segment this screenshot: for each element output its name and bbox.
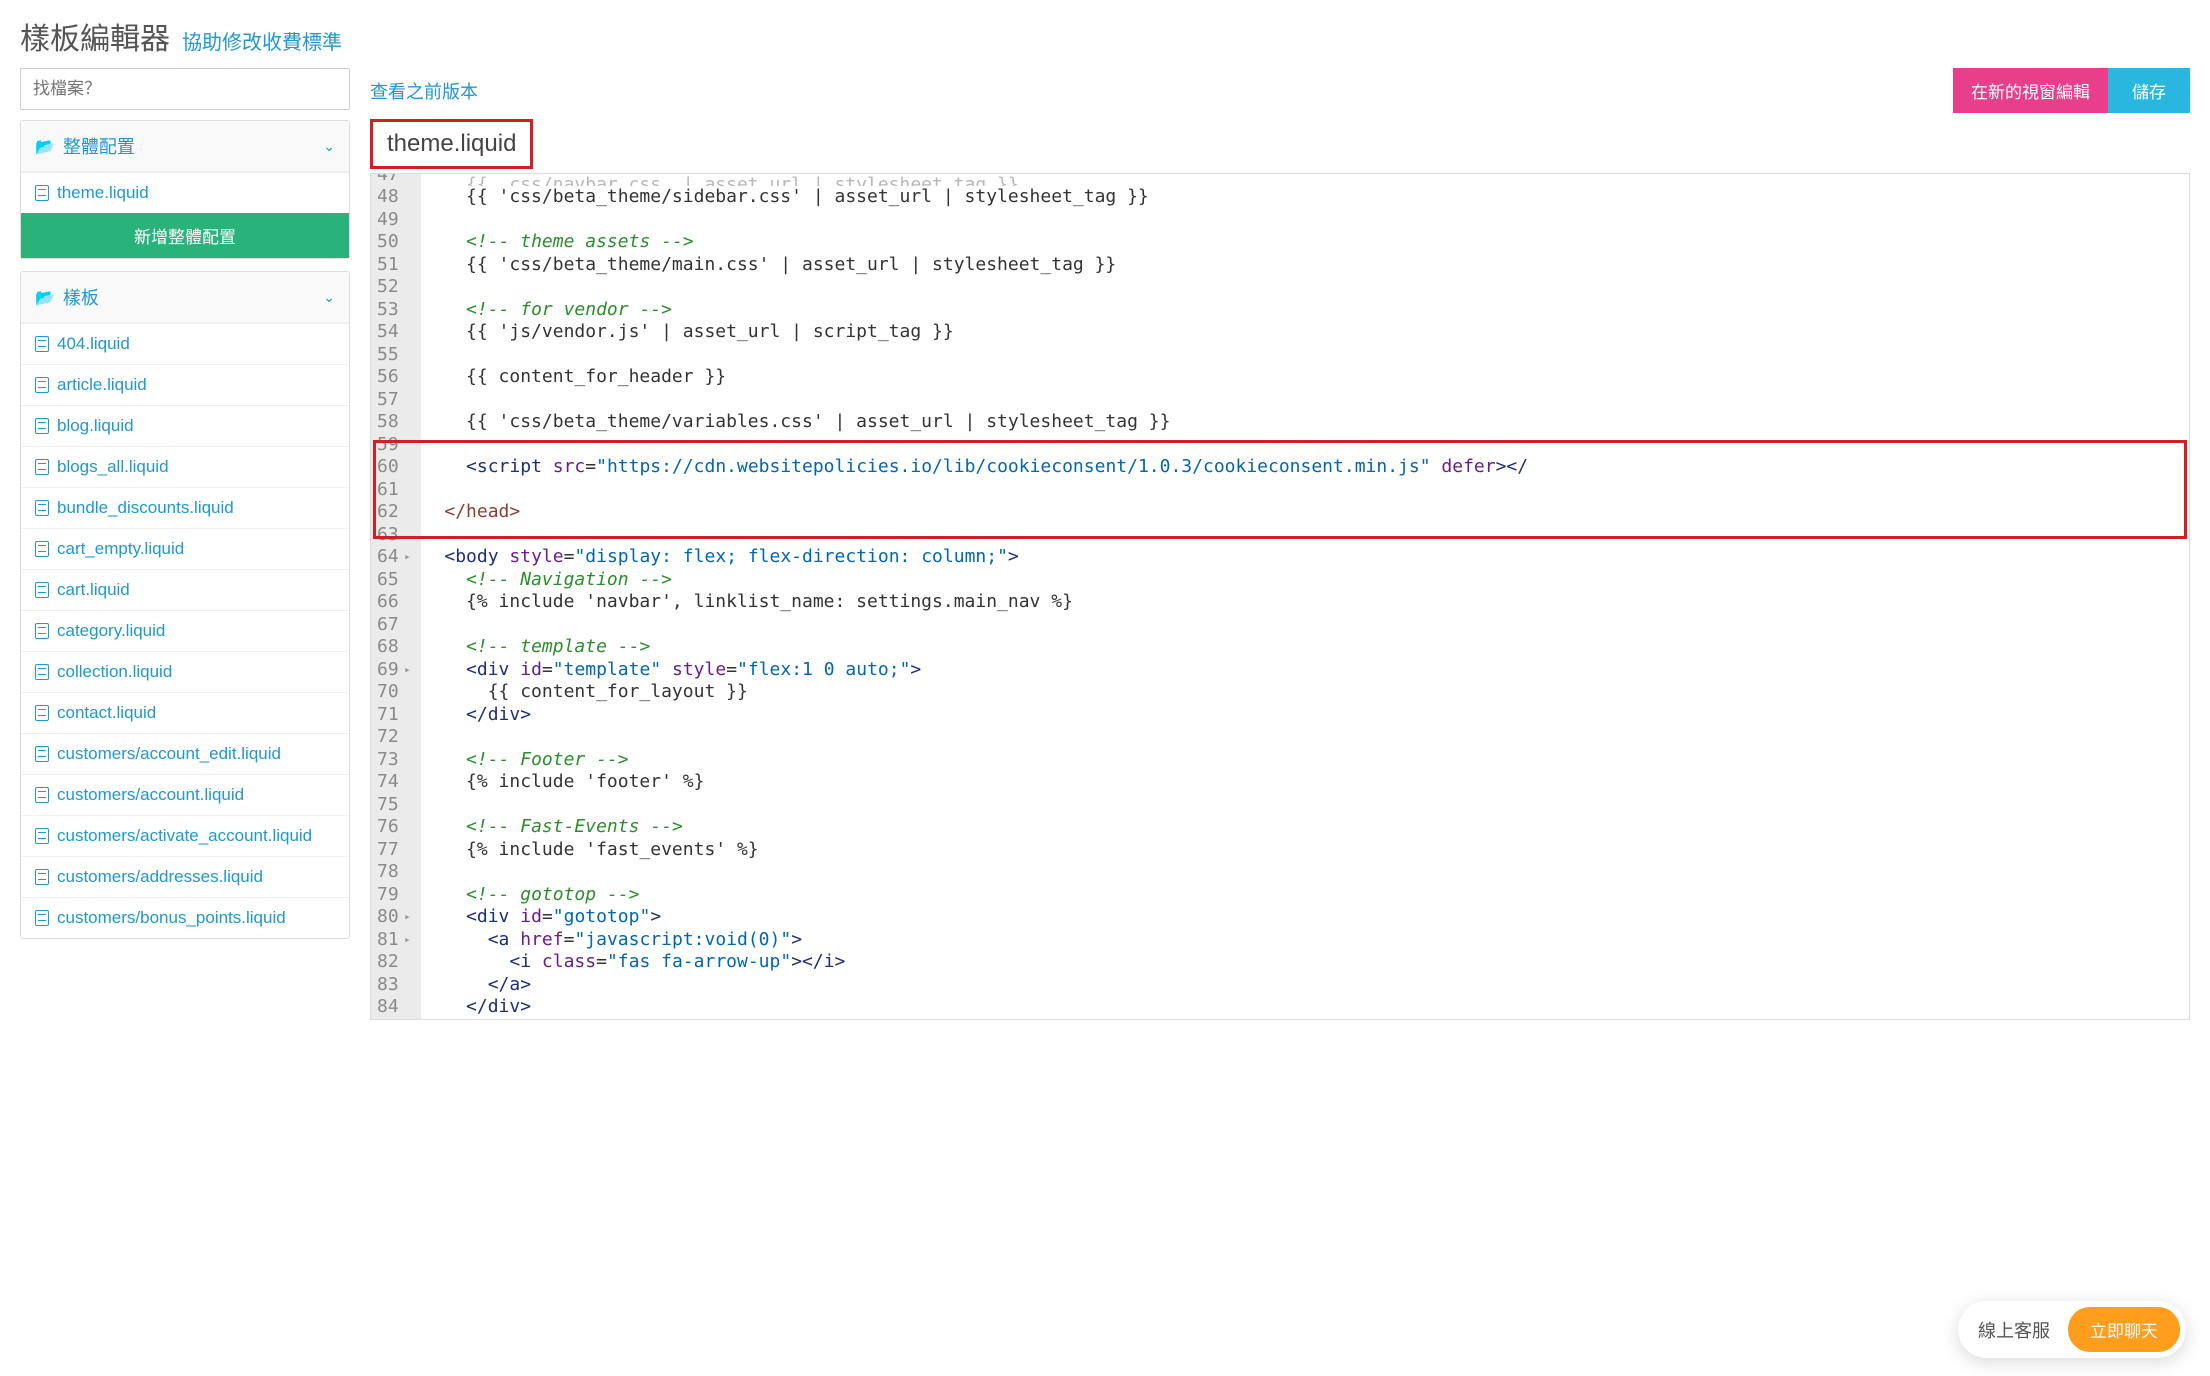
file-item[interactable]: category.liquid [21, 610, 349, 651]
file-icon [35, 500, 49, 516]
section-templates: 樣板 ⌄ 404.liquid article.liquid blog.liquid… [20, 271, 350, 939]
file-item[interactable]: collection.liquid [21, 651, 349, 692]
section-layout-header[interactable]: 整體配置 ⌄ [21, 121, 349, 172]
line-gutter: 474849505152535455565758596061626364▸656… [371, 174, 421, 1019]
file-label: customers/addresses.liquid [57, 867, 263, 887]
file-label: category.liquid [57, 621, 165, 641]
file-item[interactable]: customers/account_edit.liquid [21, 733, 349, 774]
file-item[interactable]: cart_empty.liquid [21, 528, 349, 569]
file-label: customers/activate_account.liquid [57, 826, 312, 846]
file-icon [35, 705, 49, 721]
file-icon [35, 336, 49, 352]
file-icon [35, 185, 49, 201]
file-item[interactable]: theme.liquid [21, 172, 349, 213]
file-icon [35, 582, 49, 598]
code-editor[interactable]: 474849505152535455565758596061626364▸656… [370, 173, 2190, 1020]
file-icon [35, 418, 49, 434]
chevron-down-icon: ⌄ [323, 138, 335, 155]
file-item[interactable]: blogs_all.liquid [21, 446, 349, 487]
file-item[interactable]: cart.liquid [21, 569, 349, 610]
file-label: theme.liquid [57, 183, 149, 203]
chat-widget: 線上客服 立即聊天 [1958, 1301, 2186, 1358]
file-item[interactable]: customers/bonus_points.liquid [21, 897, 349, 938]
file-label: collection.liquid [57, 662, 172, 682]
new-window-button[interactable]: 在新的視窗編輯 [1953, 68, 2108, 113]
file-item[interactable]: customers/activate_account.liquid [21, 815, 349, 856]
file-icon [35, 869, 49, 885]
file-icon [35, 377, 49, 393]
section-templates-title: 樣板 [63, 284, 99, 310]
file-label: blogs_all.liquid [57, 457, 169, 477]
section-layout-title: 整體配置 [63, 133, 135, 159]
file-label: cart.liquid [57, 580, 130, 600]
section-layout: 整體配置 ⌄ theme.liquid 新增整體配置 [20, 120, 350, 259]
file-icon [35, 664, 49, 680]
file-icon [35, 623, 49, 639]
chevron-down-icon: ⌄ [323, 289, 335, 306]
file-item[interactable]: contact.liquid [21, 692, 349, 733]
chat-label: 線上客服 [1978, 1317, 2050, 1343]
file-label: 404.liquid [57, 334, 130, 354]
file-label: customers/account_edit.liquid [57, 744, 281, 764]
file-icon [35, 910, 49, 926]
folder-open-icon [35, 136, 55, 157]
file-item[interactable]: bundle_discounts.liquid [21, 487, 349, 528]
file-label: customers/bonus_points.liquid [57, 908, 286, 928]
file-icon [35, 787, 49, 803]
main-area: 查看之前版本 在新的視窗編輯 儲存 theme.liquid 474849505… [370, 68, 2190, 1020]
folder-open-icon [35, 287, 55, 308]
file-label: blog.liquid [57, 416, 134, 436]
file-item[interactable]: article.liquid [21, 364, 349, 405]
file-label: article.liquid [57, 375, 147, 395]
help-link[interactable]: 協助修改收費標準 [182, 26, 342, 55]
chat-button[interactable]: 立即聊天 [2068, 1307, 2180, 1352]
section-templates-header[interactable]: 樣板 ⌄ [21, 272, 349, 323]
file-label: contact.liquid [57, 703, 156, 723]
history-link[interactable]: 查看之前版本 [370, 78, 478, 104]
file-item[interactable]: customers/account.liquid [21, 774, 349, 815]
filename-display: theme.liquid [370, 119, 533, 169]
code-content[interactable]: {{ css/navbar.css | asset_url | styleshe… [421, 174, 2189, 1019]
sidebar: 整體配置 ⌄ theme.liquid 新增整體配置 樣板 ⌄ 404.liqu… [20, 68, 350, 1020]
toolbar: 查看之前版本 在新的視窗編輯 儲存 [370, 68, 2190, 113]
file-item[interactable]: customers/addresses.liquid [21, 856, 349, 897]
file-item[interactable]: blog.liquid [21, 405, 349, 446]
file-icon [35, 828, 49, 844]
file-label: cart_empty.liquid [57, 539, 184, 559]
file-icon [35, 541, 49, 557]
page-title: 樣板編輯器 [20, 14, 170, 58]
file-item[interactable]: 404.liquid [21, 323, 349, 364]
file-label: bundle_discounts.liquid [57, 498, 234, 518]
page-header: 樣板編輯器 協助修改收費標準 [0, 0, 2210, 68]
search-input[interactable] [20, 68, 350, 110]
file-icon [35, 459, 49, 475]
file-icon [35, 746, 49, 762]
add-layout-button[interactable]: 新增整體配置 [21, 213, 349, 258]
file-label: customers/account.liquid [57, 785, 244, 805]
save-button[interactable]: 儲存 [2108, 68, 2190, 113]
